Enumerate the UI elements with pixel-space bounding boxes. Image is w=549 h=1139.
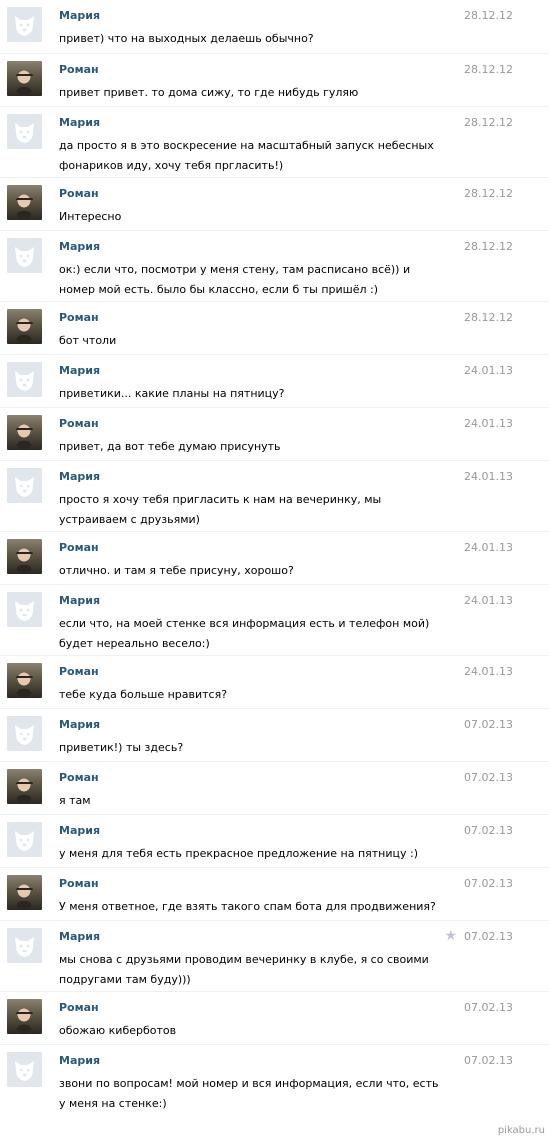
message-row: Мария 24.01.13 просто я хочу тебя пригласи… <box>0 460 549 526</box>
default-avatar-dog-icon[interactable] <box>7 362 42 397</box>
sender-name-link[interactable]: Мария <box>59 594 100 607</box>
sender-name-link[interactable]: Роман <box>59 665 99 678</box>
message-row: Роман 07.02.13 я там <box>0 761 549 807</box>
message-row: Роман 07.02.13 обожаю киберботов <box>0 991 549 1037</box>
default-avatar-dog-icon[interactable] <box>7 238 42 273</box>
message-text: просто я хочу тебя пригласить к нам на в… <box>59 493 382 526</box>
message-text: тебе куда больше нравится? <box>59 688 228 701</box>
message-text: звони по вопросам! мой номер и вся инфор… <box>59 1077 439 1110</box>
sender-name-link[interactable]: Роман <box>59 187 99 200</box>
default-avatar-dog-icon[interactable] <box>7 7 42 42</box>
sender-name-link[interactable]: Роман <box>59 63 99 76</box>
sender-name-link[interactable]: Роман <box>59 877 99 890</box>
user-avatar-photo[interactable] <box>7 61 42 96</box>
default-avatar-dog-icon[interactable] <box>7 592 42 627</box>
message-text: да просто я в это воскресение на масштаб… <box>59 139 434 172</box>
sender-name-link[interactable]: Мария <box>59 116 100 129</box>
message-text: привет привет. то дома сижу, то где нибу… <box>59 86 359 99</box>
message-text: приветики... какие планы на пятницу? <box>59 387 285 400</box>
sender-name-link[interactable]: Мария <box>59 240 100 253</box>
message-text: если что, на моей стенке вся информация … <box>59 617 430 650</box>
message-row: Мария 24.01.13 если что, на моей стенке вс… <box>0 584 549 650</box>
message-date: 07.02.13 <box>464 1054 513 1067</box>
message-date: 24.01.13 <box>464 470 513 483</box>
message-text: привет) что на выходных делаешь обычно? <box>59 32 314 45</box>
message-text: отлично. и там я тебе присуну, хорошо? <box>59 564 294 577</box>
user-avatar-photo[interactable] <box>7 875 42 910</box>
message-date: 28.12.12 <box>464 240 513 253</box>
user-avatar-photo[interactable] <box>7 769 42 804</box>
user-avatar-photo[interactable] <box>7 415 42 450</box>
message-text: привет, да вот тебе думаю присунуть <box>59 440 281 453</box>
star-icon[interactable]: ★ <box>444 929 457 943</box>
message-date: 24.01.13 <box>464 417 513 430</box>
default-avatar-dog-icon[interactable] <box>7 114 42 149</box>
default-avatar-dog-icon[interactable] <box>7 822 42 857</box>
message-date: 24.01.13 <box>464 594 513 607</box>
message-row: Роман 24.01.13 отлично. и там я тебе прису… <box>0 531 549 577</box>
user-avatar-photo[interactable] <box>7 309 42 344</box>
sender-name-link[interactable]: Мария <box>59 364 100 377</box>
message-row: Мария 07.02.13 у меня для тебя есть прекра… <box>0 814 549 860</box>
sender-name-link[interactable]: Мария <box>59 930 100 943</box>
message-date: 24.01.13 <box>464 364 513 377</box>
message-row: Роман 28.12.12 привет привет. то дома сижу… <box>0 53 549 99</box>
message-text: я там <box>59 794 91 807</box>
message-date: 28.12.12 <box>464 9 513 22</box>
sender-name-link[interactable]: Мария <box>59 824 100 837</box>
message-text: обожаю киберботов <box>59 1024 177 1037</box>
default-avatar-dog-icon[interactable] <box>7 716 42 751</box>
message-row: Роман 07.02.13 У меня ответное, где взять … <box>0 867 549 913</box>
message-date: 28.12.12 <box>464 311 513 324</box>
message-row: Мария 28.12.12 да просто я в это воскресен… <box>0 106 549 172</box>
user-avatar-photo[interactable] <box>7 999 42 1034</box>
default-avatar-dog-icon[interactable] <box>7 468 42 503</box>
message-row: Роман 28.12.12 Интересно <box>0 177 549 223</box>
message-date: 28.12.12 <box>464 116 513 129</box>
message-date: 07.02.13 <box>464 1001 513 1014</box>
message-row: Мария 07.02.13 звони по вопросам! мой номе… <box>0 1044 549 1110</box>
sender-name-link[interactable]: Роман <box>59 311 99 324</box>
sender-name-link[interactable]: Роман <box>59 1001 99 1014</box>
message-date: 07.02.13 <box>464 718 513 731</box>
sender-name-link[interactable]: Мария <box>59 470 100 483</box>
message-date: 07.02.13 <box>464 877 513 890</box>
user-avatar-photo[interactable] <box>7 539 42 574</box>
message-text: бот чтоли <box>59 334 117 347</box>
sender-name-link[interactable]: Роман <box>59 771 99 784</box>
default-avatar-dog-icon[interactable] <box>7 928 42 963</box>
message-text: Интересно <box>59 210 122 223</box>
message-date: 07.02.13 <box>464 930 513 943</box>
default-avatar-dog-icon[interactable] <box>7 1052 42 1087</box>
message-date: 28.12.12 <box>464 63 513 76</box>
message-row: Мария 28.12.12 ок:) если что, посмотри у м… <box>0 230 549 296</box>
message-text: у меня для тебя есть прекрасное предложе… <box>59 847 419 860</box>
sender-name-link[interactable]: Роман <box>59 541 99 554</box>
message-row: Мария ★ 07.02.13 мы снова с друзьями провод… <box>0 920 549 986</box>
sender-name-link[interactable]: Мария <box>59 9 100 22</box>
sender-name-link[interactable]: Мария <box>59 1054 100 1067</box>
message-date: 24.01.13 <box>464 665 513 678</box>
message-row: Мария 24.01.13 приветики... какие планы на… <box>0 354 549 400</box>
message-text: У меня ответное, где взять такого спам б… <box>59 900 436 913</box>
message-date: 28.12.12 <box>464 187 513 200</box>
message-date: 07.02.13 <box>464 771 513 784</box>
message-text: мы снова с друзьями проводим вечеринку в… <box>59 953 429 986</box>
message-row: Мария 07.02.13 приветик!) ты здесь? <box>0 708 549 754</box>
sender-name-link[interactable]: Мария <box>59 718 100 731</box>
message-row: Роман 24.01.13 тебе куда больше нравится? <box>0 655 549 701</box>
message-text: ок:) если что, посмотри у меня стену, та… <box>59 263 411 296</box>
watermark: pikabu.ru <box>497 1125 545 1136</box>
sender-name-link[interactable]: Роман <box>59 417 99 430</box>
message-text: приветик!) ты здесь? <box>59 741 184 754</box>
message-row: Роман 24.01.13 привет, да вот тебе думаю п… <box>0 407 549 453</box>
user-avatar-photo[interactable] <box>7 663 42 698</box>
message-date: 07.02.13 <box>464 824 513 837</box>
user-avatar-photo[interactable] <box>7 185 42 220</box>
message-row: Роман 28.12.12 бот чтоли <box>0 301 549 347</box>
message-date: 24.01.13 <box>464 541 513 554</box>
